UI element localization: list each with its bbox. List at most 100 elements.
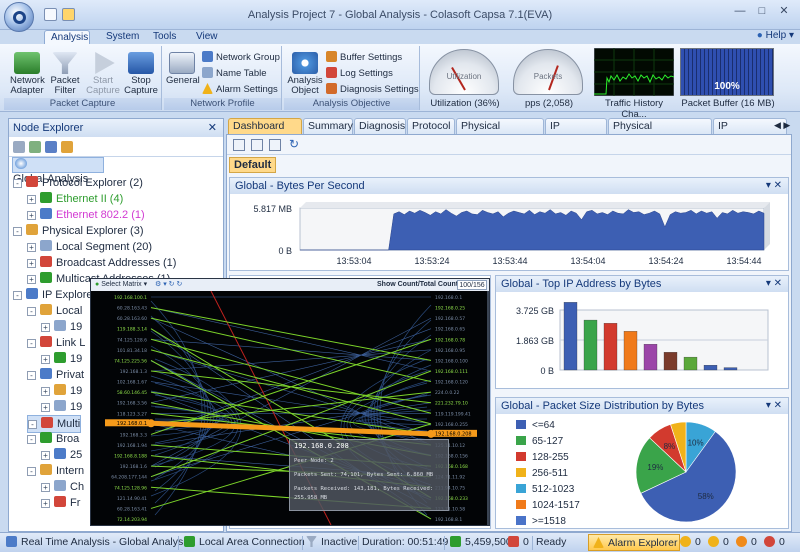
layout-icon[interactable] [233,139,245,151]
tree-item[interactable]: - Privat [27,367,84,383]
matrix-node-label[interactable]: 192.168.0.111 [435,369,468,375]
tab-tools[interactable]: Tools [147,30,182,44]
expand-toggle-icon[interactable]: - [13,291,22,300]
tree-item[interactable]: - Broa [27,431,79,447]
matrix-node-label[interactable]: 60.28.163.60 [117,316,147,322]
matrix-node-label[interactable]: 60.28.163.41 [117,506,147,512]
tree-root-global-analysis[interactable]: Global Analysis [12,157,104,185]
tree-item[interactable]: - Protocol Explorer (2) [13,175,143,191]
refresh-icon[interactable]: ↻ [289,137,299,151]
matrix-node-label[interactable]: 74.125.128.6 [117,337,147,343]
expand-toggle-icon[interactable]: - [27,339,36,348]
maximize-button[interactable]: □ [752,4,772,18]
expand-toggle-icon[interactable]: - [27,435,36,444]
tree-item[interactable]: - IP Explorer [13,287,96,303]
matrix-scrollbar[interactable] [487,291,489,525]
layout-grid-icon[interactable] [251,139,263,151]
tab-view[interactable]: View [190,30,224,44]
tree-item[interactable]: + Fr [41,495,80,511]
panel-controls[interactable]: ▾ ✕ [766,398,782,414]
expand-toggle-icon[interactable]: + [27,195,36,204]
matrix-node-label[interactable]: 192.168.1.6 [120,464,147,470]
utilization-gauge[interactable]: Utilization Utilization (36%) [424,46,506,110]
expand-toggle-icon[interactable]: - [13,227,22,236]
expand-toggle-icon[interactable]: + [41,323,50,332]
stop-capture-button[interactable]: Stop Capture [122,52,160,96]
select-matrix-menu[interactable]: ● Select Matrix ▾ [95,279,147,291]
matrix-node-label[interactable]: 64.208.177.144 [111,475,147,481]
matrix-node-label[interactable]: 192.168.0.120 [435,380,468,386]
expand-toggle-icon[interactable]: + [27,275,36,284]
network-group-button[interactable]: Network Group [202,50,280,65]
matrix-node-label[interactable]: 102.168.1.67 [117,380,147,386]
matrix-node-label[interactable]: 192.168.0.255 [435,422,468,428]
expand-toggle-icon[interactable]: + [27,243,36,252]
tab-diagnosis[interactable]: Diagnosis [354,118,406,134]
help-menu[interactable]: ● Help ▾ [757,30,794,41]
matrix-node-label[interactable]: 192.168.1.3 [120,369,147,375]
tab-ip-endpoint[interactable]: IP Endpoint [545,118,607,147]
expand-toggle-icon[interactable]: + [41,403,50,412]
traffic-history-chart[interactable]: Traffic History Cha... [592,46,676,120]
name-table-button[interactable]: Name Table [202,66,267,81]
packet-filter-button[interactable]: Packet Filter [48,52,82,96]
tab-analysis[interactable]: Analysis [44,30,90,44]
settings-icon[interactable] [61,141,73,153]
packet-buffer-gauge[interactable]: 100% Packet Buffer (16 MB) [678,46,778,110]
expand-toggle-icon[interactable]: - [28,420,37,429]
alarm-explorer-button[interactable]: Alarm Explorer [588,534,680,551]
tree-item[interactable]: +19 [41,383,82,399]
matrix-node-label[interactable]: 192.168.3.56 [117,401,147,407]
default-layout-button[interactable]: Default [229,157,277,173]
highlight-left-label[interactable]: 192.168.0.1 [117,421,147,427]
tree-item[interactable]: - Physical Explorer (3) [13,223,143,239]
ip-matrix-overlay[interactable]: ● Select Matrix ▾ ⚙ ▾ ↻ ↻ Show Count/Tot… [90,278,490,526]
expand-toggle-icon[interactable]: - [27,307,36,316]
tab-scroll-arrows[interactable]: ◀ ▶ [774,120,790,131]
start-capture-button[interactable]: Start Capture [86,52,120,96]
highlight-right-label[interactable]: 192.168.0.208 [435,431,472,437]
alarm-settings-button[interactable]: Alarm Settings [202,82,278,97]
filter-icon[interactable] [29,141,41,153]
export-icon[interactable] [45,141,57,153]
matrix-node-label[interactable]: 221.232.79.10 [435,401,468,407]
matrix-node-label[interactable]: 121.14.90.41 [117,496,147,502]
matrix-node-label[interactable]: 192.168.100.1 [114,295,147,301]
tree-item[interactable]: +19 [41,399,82,415]
expand-toggle-icon[interactable]: + [41,387,50,396]
matrix-node-label[interactable]: 192.168.8.1 [435,517,462,523]
matrix-node-label[interactable]: 118.123.3.27 [117,411,147,417]
tree-item[interactable]: + Broadcast Addresses (1) [27,255,176,271]
expand-toggle-icon[interactable]: + [27,259,36,268]
matrix-node-label[interactable]: 192.168.0.100 [435,358,468,364]
matrix-node-label[interactable]: 72.14.203.94 [117,517,147,523]
expand-toggle-icon[interactable]: - [27,467,36,476]
matrix-node-label[interactable]: 101.81.34.18 [117,348,147,354]
tree-item[interactable]: + Local Segment (20) [27,239,152,255]
tree-item[interactable]: +19 [41,319,82,335]
matrix-tools-icon[interactable]: ⚙ ▾ ↻ ↻ [155,279,182,291]
matrix-node-label[interactable]: 192.168.1.94 [117,443,147,449]
panel-controls[interactable]: ▾ ✕ [766,276,782,292]
expand-toggle-icon[interactable]: + [41,355,50,364]
close-button[interactable]: ✕ [774,4,794,18]
expand-toggle-icon[interactable]: - [13,179,22,188]
expand-toggle-icon[interactable]: + [41,499,50,508]
matrix-node-label[interactable]: 60.28.163.43 [117,306,147,312]
tab-physical-conversation[interactable]: Physical Conversation [608,118,712,147]
tree-item[interactable]: +19 [41,351,82,367]
network-adapter-button[interactable]: Network Adapter [10,52,45,96]
matrix-node-label[interactable]: 58.60.146.45 [117,390,147,396]
collapse-icon[interactable] [13,141,25,153]
matrix-node-label[interactable]: 224.0.0.22 [435,390,459,396]
expand-toggle-icon[interactable]: + [41,451,50,460]
tab-system[interactable]: System [100,30,145,44]
tab-protocol[interactable]: Protocol [407,118,455,134]
buffer-settings-button[interactable]: Buffer Settings [326,50,402,65]
matrix-node-label[interactable]: 119.119.199.41 [435,411,471,417]
tab-physical-endpoint[interactable]: Physical Endpoint [456,118,544,147]
layout-list-icon[interactable] [269,139,281,151]
matrix-node-label[interactable]: 74.125.128.96 [114,485,147,491]
matrix-node-label[interactable]: 192.168.0.78 [435,337,465,343]
expand-toggle-icon[interactable]: + [41,483,50,492]
